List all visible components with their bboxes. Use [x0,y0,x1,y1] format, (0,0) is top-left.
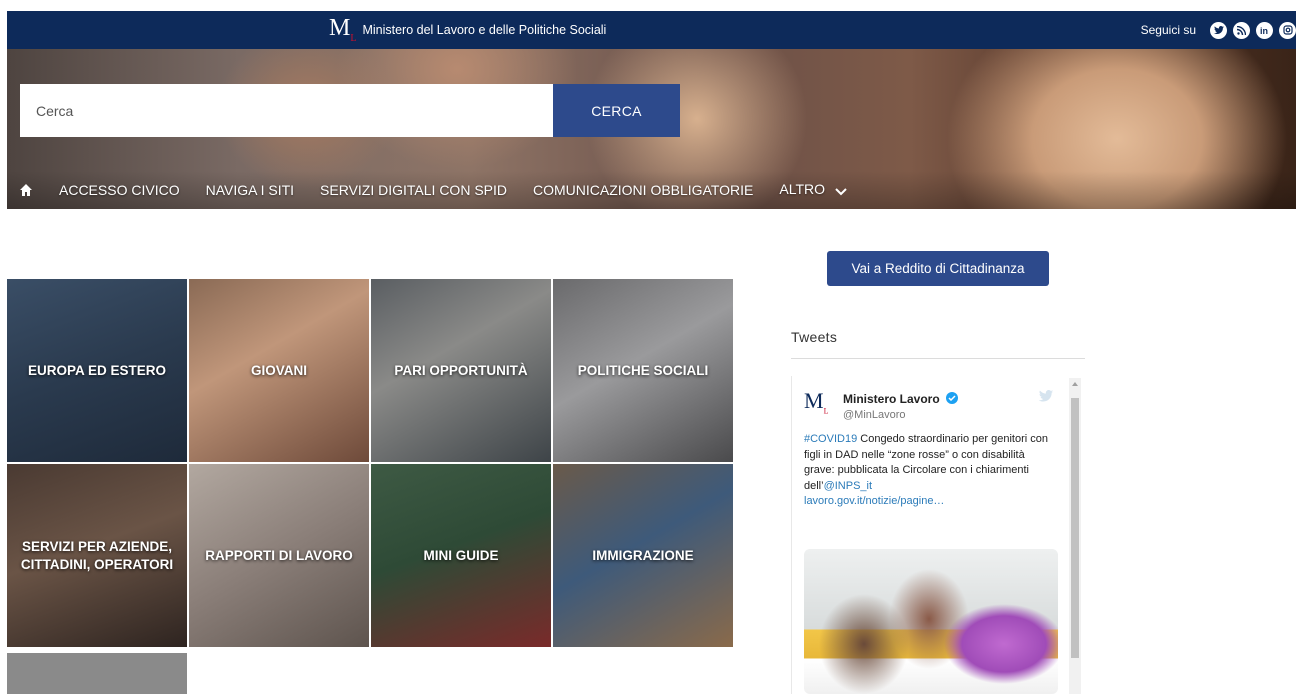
chevron-down-icon [835,183,847,199]
home-icon[interactable] [19,183,33,197]
tile-label: IMMIGRAZIONE [592,547,694,563]
tweets-divider [791,358,1085,359]
tile-label: POLITICHE SOCIALI [577,362,709,378]
tweet-url-link[interactable]: lavoro.gov.it/notizie/pagine… [804,495,944,507]
scrollbar-thumb[interactable] [1071,398,1079,658]
nav-item-altro-label: ALTRO [779,181,826,198]
nav-item-servizi-digitali[interactable]: SERVIZI DIGITALI CON SPID [320,182,507,198]
follow-label: Seguici su [1140,23,1196,37]
tile-giovani[interactable]: GIOVANI [189,279,369,462]
main-nav: ACCESSO CIVICO NAVIGA I SITI SERVIZI DIG… [7,171,1296,209]
tweet-scrollbar[interactable] [1069,378,1081,694]
tweets-heading: Tweets [791,329,838,345]
tile-immigrazione[interactable]: IMMIGRAZIONE [553,464,733,647]
tile-label: SERVIZI PER AZIENDE, CITTADINI, OPERATOR… [20,538,174,572]
tweet-author[interactable]: Ministero Lavoro [843,392,940,406]
tile-label: MINI GUIDE [423,547,499,563]
hero-banner: CERCA ACCESSO CIVICO NAVIGA I SITI SERVI… [7,49,1296,209]
tweet-mention-link[interactable]: @INPS_it [824,480,872,492]
ministry-title: Ministero del Lavoro e delle Politiche S… [362,23,607,37]
tile-label: EUROPA ED ESTERO [27,362,167,378]
tile-label: GIOVANI [250,362,307,378]
scroll-up-arrow-icon[interactable] [1072,382,1078,386]
reddito-cittadinanza-button[interactable]: Vai a Reddito di Cittadinanza [827,251,1049,286]
social-links: Seguici su in [1141,11,1296,49]
tweet-media-image[interactable] [804,549,1058,694]
nav-item-altro[interactable]: ALTRO [779,181,847,198]
search-input[interactable] [20,84,553,137]
tile-label: RAPPORTI DI LAVORO [205,547,353,563]
nav-item-naviga-i-siti[interactable]: NAVIGA I SITI [206,182,294,198]
tweet-card: ML Ministero Lavoro @MinLavoro #COVID19 … [791,376,1085,694]
nav-item-accesso-civico[interactable]: ACCESSO CIVICO [59,182,180,198]
tweet-text: #COVID19 Congedo straordinario per genit… [804,432,1052,510]
tile-label: PARI OPPORTUNITÀ [394,362,528,378]
tweet-hashtag-link[interactable]: #COVID19 [804,433,857,445]
ministry-brand[interactable]: ML Ministero del Lavoro e delle Politich… [329,11,606,49]
twitter-bird-icon[interactable] [1038,390,1054,408]
svg-text:in: in [1260,26,1268,35]
tile-pari-opportunita[interactable]: PARI OPPORTUNITÀ [371,279,551,462]
tile-servizi-per-aziende[interactable]: SERVIZI PER AZIENDE, CITTADINI, OPERATOR… [7,464,187,647]
tile-politiche-sociali[interactable]: POLITICHE SOCIALI [553,279,733,462]
tile-rapporti-di-lavoro[interactable]: RAPPORTI DI LAVORO [189,464,369,647]
tweet-handle[interactable]: @MinLavoro [843,409,906,421]
search-button[interactable]: CERCA [553,84,680,137]
tweet-avatar[interactable]: ML [804,390,828,415]
nav-item-comunicazioni[interactable]: COMUNICAZIONI OBBLIGATORIE [533,182,753,198]
linkedin-icon[interactable]: in [1256,21,1273,39]
top-header-bar: ML Ministero del Lavoro e delle Politich… [7,11,1296,49]
ministry-logo: ML [329,15,357,44]
tile-partial[interactable] [7,653,187,694]
tile-mini-guide[interactable]: MINI GUIDE [371,464,551,647]
tile-europa-ed-estero[interactable]: EUROPA ED ESTERO [7,279,187,462]
instagram-icon[interactable] [1279,21,1296,39]
verified-badge-icon [946,392,958,404]
rss-icon[interactable] [1233,21,1250,39]
twitter-icon[interactable] [1210,21,1227,39]
